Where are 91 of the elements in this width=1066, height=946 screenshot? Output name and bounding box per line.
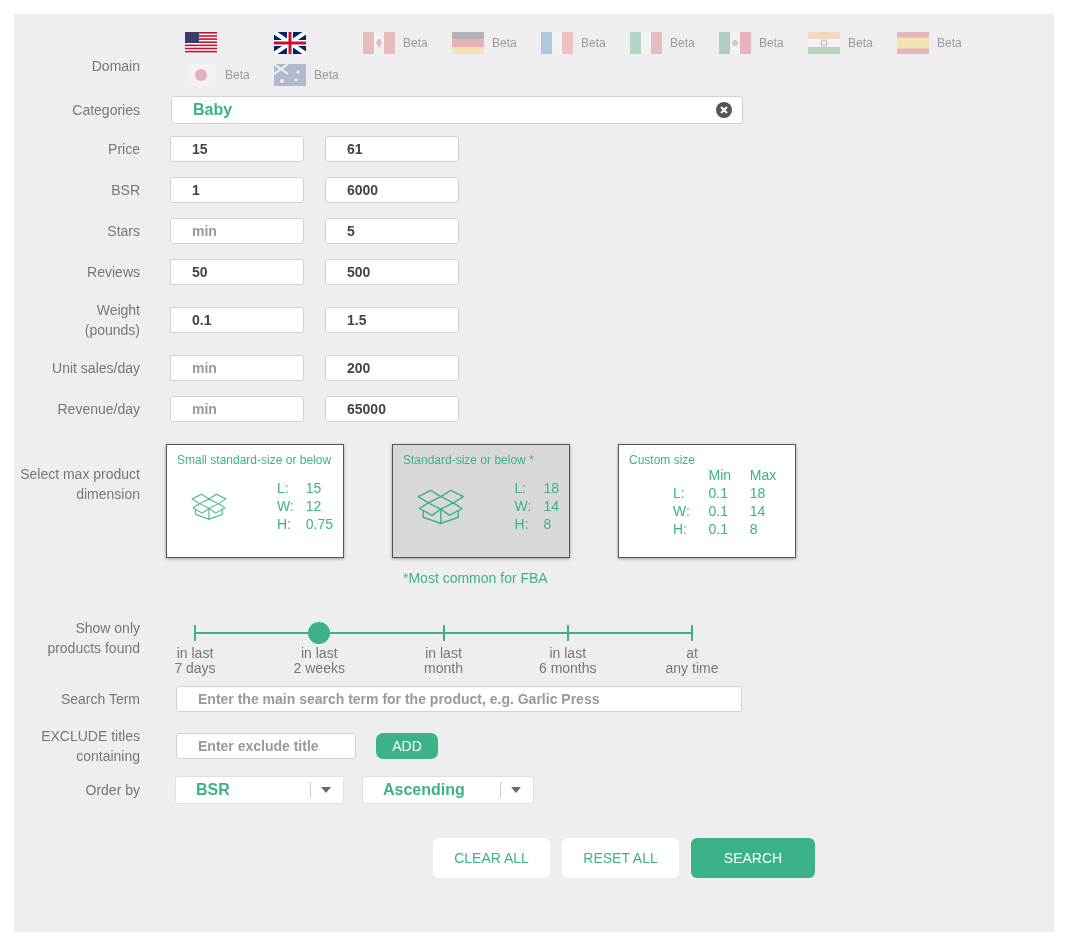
search-term-field[interactable]: Enter the main search term for the product, e.g. Garlic Press [176,686,742,712]
input-field[interactable]: 61 [325,136,459,162]
dimension-text: H: [276,516,292,532]
exclude-field[interactable]: Enter exclude title [176,733,356,759]
flag-icon[interactable] [185,32,217,54]
stop-label: in last 2 weeks [292,646,346,676]
beta-label: Beta [314,68,339,82]
category-field[interactable]: Baby [171,96,743,124]
stop-label: in last month [423,646,464,676]
caret-icon [321,787,331,793]
beta-label: Beta [492,36,517,50]
input-field[interactable]: 0.1 [170,307,304,333]
dimension-text: 14 [543,498,559,514]
field-label: Reviews [86,263,140,282]
field-label: Search Term [59,690,140,709]
dimension-text: 0.1 [708,521,730,537]
size-card[interactable]: Standard-size or below * L: 18 W: 14 H: 8 [392,444,570,558]
input-field[interactable]: min [170,218,304,244]
add-button[interactable]: ADD [376,733,438,759]
dimension-text: 12 [305,498,323,514]
caret-icon [511,787,521,793]
dimension-text: 8 [749,521,759,537]
flag-icon[interactable] [274,32,306,54]
dimension-text: 0.1 [708,503,730,519]
input-field[interactable]: 200 [325,355,459,381]
slider-tick[interactable] [442,625,445,641]
input-field[interactable]: 6000 [325,177,459,203]
field-label: Categories [71,101,140,120]
note-text: *Most common for FBA [403,570,549,586]
field-label: Show only products found [46,619,140,658]
stop-label: in last 6 months [537,646,598,676]
clear-icon[interactable] [716,102,732,118]
dimension-text: 14 [749,503,767,519]
card-title: Standard-size or below * [403,453,535,467]
dimension-text: 15 [305,480,323,496]
field-label: Select max product dimension [19,465,140,504]
slider-tick[interactable] [194,625,196,641]
input-field[interactable]: 50 [170,259,304,285]
slider-handle[interactable] [308,622,331,644]
field-label: Domain [90,57,140,76]
search-button[interactable]: SEARCH [691,838,815,878]
dimension-text: L: [673,485,686,501]
field-label: Unit sales/day [51,359,140,378]
size-card[interactable]: Small standard-size or below L: 15 W: 12 H: 0.75 [166,444,344,558]
field-label: Revenue/day [56,400,140,419]
dimension-text: 18 [749,485,767,501]
beta-label: Beta [581,36,606,50]
field-label: Order by [84,781,140,800]
beta-label: Beta [848,36,873,50]
field-label: EXCLUDE titles containing [40,727,140,766]
slider-tick[interactable] [691,625,693,641]
beta-label: Beta [403,36,428,50]
dimension-text: 18 [543,480,559,496]
field-label: BSR [110,181,140,200]
order-select[interactable]: Ascending [362,776,534,804]
field-label: Weight (pounds) [83,301,140,340]
beta-label: Beta [670,36,695,50]
dimension-text: W: [276,498,294,514]
column-header: Min [708,467,733,483]
input-field[interactable]: 65000 [325,396,459,422]
size-card[interactable]: Custom size Min Max L: 0.1 18 W: 0.1 14 H: 0.1 8 [618,444,796,558]
field-label: Stars [106,222,140,241]
card-title: Small standard-size or below [177,453,333,467]
stop-label: at any time [664,646,720,676]
action-button[interactable]: CLEAR ALL [433,838,550,878]
input-field[interactable]: 1 [170,177,304,203]
input-field[interactable]: 15 [170,136,304,162]
beta-label: Beta [225,68,250,82]
beta-label: Beta [759,36,784,50]
beta-label: Beta [937,36,962,50]
input-field[interactable]: min [170,355,304,381]
input-field[interactable]: 5 [325,218,459,244]
input-field[interactable]: 1.5 [325,307,459,333]
action-button[interactable]: RESET ALL [562,838,679,878]
dimension-text: L: [514,480,528,496]
column-header: Max [749,467,778,483]
dimension-text: 0.1 [708,485,730,501]
dimension-text: W: [673,503,691,519]
input-field[interactable]: 500 [325,259,459,285]
dimension-text: 8 [543,516,553,532]
slider-tick[interactable] [566,625,569,641]
dimension-text: L: [276,480,290,496]
card-title: Custom size [629,453,697,467]
dimension-text: H: [673,521,688,537]
dimension-text: H: [514,516,530,532]
stop-label: in last 7 days [173,646,217,676]
dimension-text: W: [514,498,532,514]
dimension-text: 0.75 [305,516,333,532]
order-select[interactable]: BSR [175,776,344,804]
input-field[interactable]: min [170,396,304,422]
field-label: Price [107,140,140,159]
